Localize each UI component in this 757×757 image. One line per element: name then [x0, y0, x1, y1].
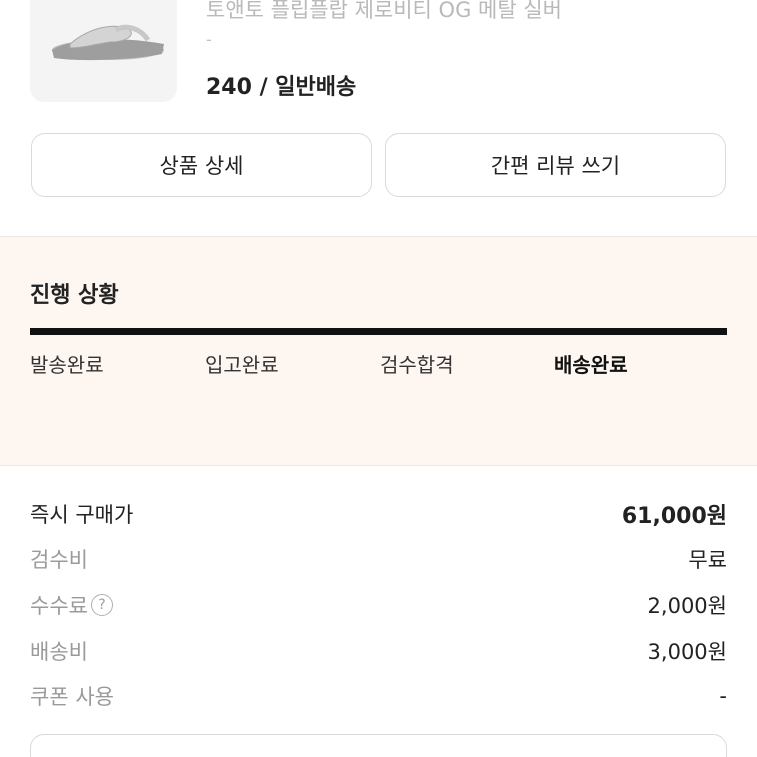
price-value: 2,000원 [647, 594, 727, 618]
price-label: 쿠폰 사용 [30, 685, 114, 709]
bottom-card[interactable] [30, 734, 727, 757]
price-row-coupon: 쿠폰 사용 - [30, 680, 727, 712]
quick-review-button[interactable]: 간편 리뷰 쓰기 [385, 133, 726, 197]
step-shipped: 발송완료 [30, 353, 104, 377]
step-received: 입고완료 [205, 353, 279, 377]
price-value: 무료 [688, 548, 727, 572]
price-row-shipping-fee: 배송비 3,000원 [30, 635, 727, 667]
price-value: 61,000원 [621, 504, 727, 529]
progress-title: 진행 상황 [30, 283, 119, 308]
order-detail-page: 토앤토 플립플랍 제로비티 OG 메탈 실버 - 240 / 일반배송 상품 상… [0, 0, 757, 757]
sandal-image [52, 24, 164, 61]
price-row-buy-now: 즉시 구매가 61,000원 [30, 498, 727, 530]
progress-bar-fill [30, 328, 727, 335]
price-label: 수수료 [30, 594, 88, 618]
price-row-commission: 수수료 ? 2,000원 [30, 589, 727, 621]
price-row-inspection-fee: 검수비 무료 [30, 543, 727, 575]
product-detail-button[interactable]: 상품 상세 [31, 133, 372, 197]
price-label: 배송비 [30, 640, 88, 664]
progress-bar [30, 328, 727, 335]
price-label: 검수비 [30, 548, 88, 572]
product-summary[interactable]: 토앤토 플립플랍 제로비티 OG 메탈 실버 - 240 / 일반배송 [0, 0, 757, 120]
question-circle-icon[interactable]: ? [90, 594, 113, 616]
price-label-wrap: 수수료 ? [30, 590, 113, 620]
product-thumbnail[interactable] [30, 0, 177, 102]
step-delivered: 배송완료 [554, 353, 628, 377]
price-label: 즉시 구매가 [30, 503, 134, 527]
step-inspection-passed: 검수합격 [380, 353, 454, 377]
price-value: - [719, 684, 727, 708]
price-value: 3,000원 [647, 640, 727, 664]
product-name: 토앤토 플립플랍 제로비티 OG 메탈 실버 [206, 0, 562, 22]
product-option: 240 / 일반배송 [206, 75, 357, 100]
progress-section: 진행 상황 발송완료 입고완료 검수합격 배송완료 [0, 236, 757, 466]
product-sub-info: - [206, 30, 212, 49]
